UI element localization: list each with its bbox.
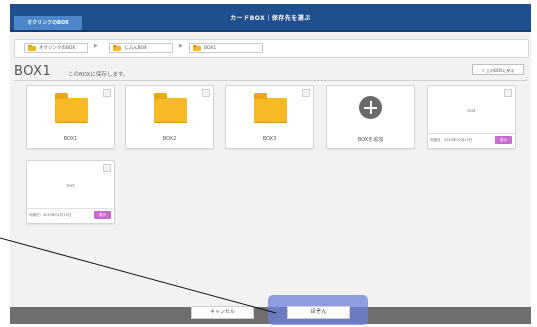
- folder-label: BOX2: [162, 136, 177, 142]
- page-title: カードBOX｜保存先を選ぶ: [230, 15, 311, 22]
- open-card-button[interactable]: 表示: [94, 211, 111, 219]
- card-text: text: [467, 108, 476, 113]
- select-checkbox[interactable]: [504, 89, 512, 97]
- folder-icon: [193, 44, 201, 51]
- card-text: text: [66, 183, 75, 188]
- breadcrumb-label: オクリンクのBOX: [39, 46, 76, 51]
- breadcrumb-label: BOX1: [204, 46, 217, 51]
- app-header: オクリンクのBOX カードBOX｜保存先を選ぶ: [10, 4, 531, 32]
- breadcrumb-item-jibun-box[interactable]: じぶんBOX: [109, 43, 173, 53]
- divider: [14, 80, 527, 81]
- text-card[interactable]: text 利用日：2019年02月15日 表示: [26, 160, 115, 224]
- breadcrumb-label: じぶんBOX: [124, 46, 147, 51]
- folder-label: BOX1: [63, 136, 78, 142]
- select-checkbox[interactable]: [103, 89, 111, 97]
- card-date: 利用日：2019年02月15日: [29, 213, 72, 217]
- breadcrumb-item-box1[interactable]: BOX1: [189, 43, 263, 53]
- select-checkbox[interactable]: [202, 89, 210, 97]
- text-card[interactable]: text 利用日：2019年02月15日 表示: [427, 85, 516, 149]
- select-checkbox[interactable]: [103, 164, 111, 172]
- back-to-parent-box-label: 上のBOXに戻る: [486, 68, 515, 73]
- folder-icon: [55, 93, 88, 123]
- chevron-right-icon: ▶: [179, 43, 183, 49]
- folder-card-box1[interactable]: BOX1: [26, 85, 115, 149]
- cancel-button[interactable]: キャンセル: [191, 306, 254, 319]
- add-box-label: BOXを追加: [357, 137, 384, 143]
- card-footer: 利用日：2019年02月15日 表示: [27, 208, 114, 223]
- folder-card-box3[interactable]: BOX3: [225, 85, 314, 149]
- plus-circle-icon: [359, 96, 382, 119]
- chevron-right-icon: ▶: [94, 43, 98, 49]
- folder-icon: [154, 93, 187, 123]
- breadcrumb: オクリンクのBOX ▶ じぶんBOX ▶ BOX1: [14, 39, 529, 58]
- folder-label: BOX3: [262, 136, 277, 142]
- folder-icon: [113, 44, 121, 51]
- folder-icon: [254, 93, 287, 123]
- card-footer: 利用日：2019年02月15日 表示: [428, 133, 515, 148]
- breadcrumb-item-okurinku-box[interactable]: オクリンクのBOX: [24, 43, 88, 53]
- screenshot-stage: オクリンクのBOX カードBOX｜保存先を選ぶ オクリンクのBOX ▶ じぶんB…: [0, 0, 537, 327]
- select-checkbox[interactable]: [302, 89, 310, 97]
- card-date: 利用日：2019年02月15日: [430, 138, 473, 142]
- open-card-button[interactable]: 表示: [495, 136, 512, 144]
- save-button[interactable]: ほぞん: [287, 306, 350, 319]
- folder-icon: [28, 44, 36, 51]
- box-title: BOX1: [14, 64, 52, 79]
- back-to-parent-box-button[interactable]: ⇧ 上のBOXに戻る: [472, 64, 524, 75]
- box-subtitle: このBOXに保存します。: [68, 72, 129, 78]
- add-box-card[interactable]: BOXを追加: [326, 85, 415, 149]
- folder-card-box2[interactable]: BOX2: [125, 85, 214, 149]
- app-window: オクリンクのBOX カードBOX｜保存先を選ぶ オクリンクのBOX ▶ じぶんB…: [10, 4, 531, 324]
